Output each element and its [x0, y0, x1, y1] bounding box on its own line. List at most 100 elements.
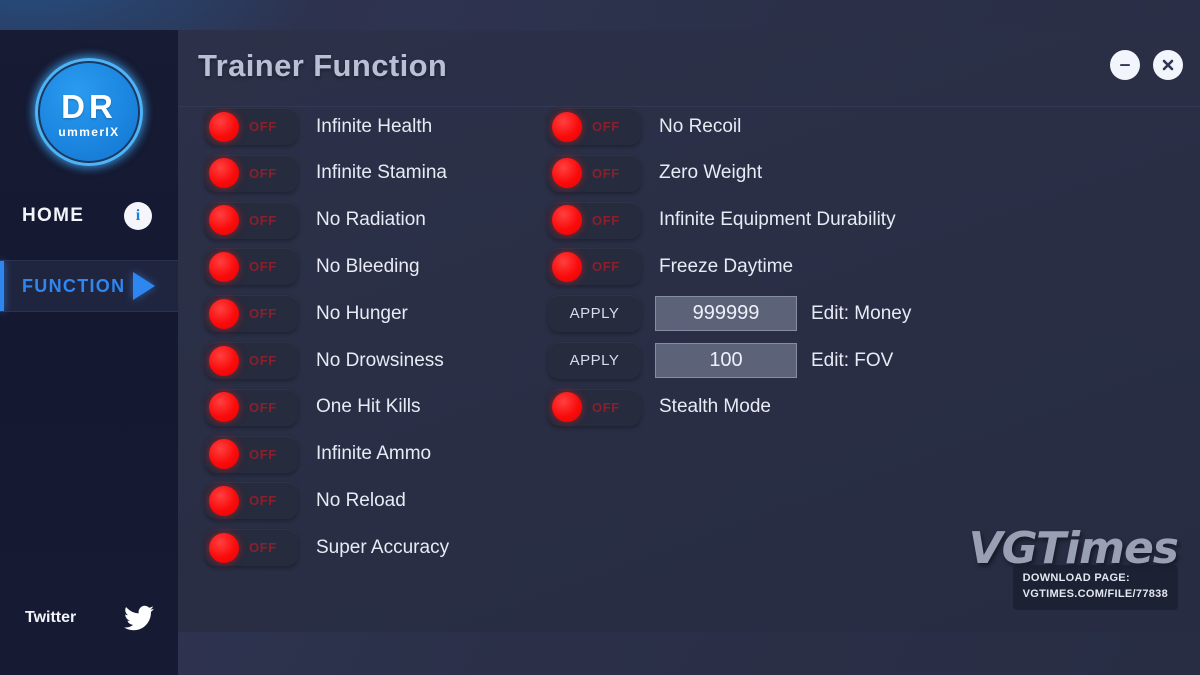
function-label: Infinite Ammo	[316, 443, 432, 465]
toggle-switch[interactable]: OFF	[548, 248, 641, 286]
function-row: APPLY 100 Edit: FOV	[548, 342, 893, 379]
function-row: APPLY 999999 Edit: Money	[548, 295, 912, 333]
play-triangle-icon	[133, 272, 155, 300]
toggle-state-label: OFF	[592, 212, 620, 228]
sidebar-item-home-label: HOME	[22, 205, 85, 226]
download-page-box: DOWNLOAD PAGE: VGTIMES.COM/FILE/77838	[1012, 565, 1178, 610]
toggle-switch[interactable]: OFF	[205, 342, 298, 379]
toggle-knob-icon	[209, 298, 239, 329]
sidebar-item-function-label: FUNCTION	[22, 275, 126, 296]
function-row: OFF Stealth Mode	[548, 388, 771, 426]
info-icon[interactable]: i	[124, 202, 152, 230]
toggle-knob-icon	[209, 205, 239, 236]
toggle-knob-icon	[209, 158, 239, 189]
sidebar-social-twitter[interactable]: Twitter	[0, 595, 178, 641]
toggle-state-label: OFF	[249, 306, 277, 322]
function-row: OFF Infinite Equipment Durability	[548, 201, 896, 239]
toggle-state-label: OFF	[249, 540, 277, 556]
toggle-switch[interactable]: OFF	[548, 108, 641, 145]
logo-disc: DR ummerIX	[40, 63, 138, 161]
close-button[interactable]	[1153, 50, 1183, 80]
download-page-url: VGTIMES.COM/FILE/77838	[1022, 588, 1168, 601]
toggle-state-label: OFF	[249, 446, 277, 462]
toggle-knob-icon	[552, 205, 582, 236]
value-input[interactable]: 100	[655, 343, 797, 378]
toggle-switch[interactable]: OFF	[205, 201, 298, 239]
sidebar-item-home[interactable]: HOME i	[0, 190, 178, 242]
trainer-window: DR ummerIX HOME i FUNCTION Twitter Train…	[0, 0, 1200, 675]
function-label: One Hit Kills	[316, 396, 421, 418]
apply-button[interactable]: APPLY	[548, 295, 641, 333]
toggle-switch[interactable]: OFF	[205, 108, 298, 145]
logo-secondary-text: ummerIX	[58, 125, 120, 139]
function-row: OFF One Hit Kills	[205, 388, 421, 426]
toggle-knob-icon	[209, 439, 239, 470]
function-label: Infinite Equipment Durability	[659, 209, 896, 231]
function-row: OFF No Bleeding	[205, 248, 420, 286]
toggle-knob-icon	[209, 392, 239, 423]
toggle-switch[interactable]: OFF	[205, 295, 298, 333]
function-label: Infinite Health	[316, 115, 433, 137]
function-label: Super Accuracy	[316, 536, 450, 558]
toggle-switch[interactable]: OFF	[548, 201, 641, 239]
function-row: OFF Infinite Ammo	[205, 435, 432, 473]
toggle-state-label: OFF	[249, 353, 277, 368]
function-row: OFF Super Accuracy	[205, 529, 450, 567]
toggle-switch[interactable]: OFF	[205, 435, 298, 473]
toggle-switch[interactable]: OFF	[548, 388, 641, 426]
toggle-switch[interactable]: OFF	[205, 529, 298, 567]
toggle-switch[interactable]: OFF	[548, 154, 641, 192]
twitter-label: Twitter	[25, 609, 77, 626]
toggle-knob-icon	[552, 158, 582, 189]
function-label: No Recoil	[659, 115, 742, 137]
app-logo: DR ummerIX	[27, 50, 151, 174]
download-page-label: DOWNLOAD PAGE:	[1022, 572, 1130, 585]
function-row: OFF Freeze Daytime	[548, 248, 794, 286]
toggle-switch[interactable]: OFF	[205, 388, 298, 426]
logo-primary-text: DR	[61, 88, 117, 125]
toggle-state-label: OFF	[592, 119, 620, 134]
toggle-knob-icon	[552, 251, 582, 282]
edit-label: Edit: FOV	[811, 349, 894, 371]
toggle-knob-icon	[552, 111, 582, 142]
function-label: Stealth Mode	[659, 396, 771, 418]
toggle-switch[interactable]: OFF	[205, 154, 298, 192]
sidebar-item-function[interactable]: FUNCTION	[0, 260, 178, 312]
toggle-state-label: OFF	[592, 399, 620, 415]
toggle-state-label: OFF	[249, 493, 277, 509]
toggle-state-label: OFF	[249, 212, 277, 228]
function-label: No Hunger	[316, 302, 408, 324]
function-label: Infinite Stamina	[316, 162, 447, 184]
toggle-switch[interactable]: OFF	[205, 248, 298, 286]
function-row: OFF Infinite Health	[205, 108, 432, 145]
function-label: Freeze Daytime	[659, 255, 794, 277]
main-panel: Trainer Function OFF Infinite Health OFF In…	[178, 30, 1200, 632]
toggle-state-label: OFF	[249, 165, 277, 181]
close-icon	[1162, 59, 1174, 71]
toggle-switch[interactable]: OFF	[205, 482, 298, 520]
toggle-knob-icon	[209, 111, 239, 142]
toggle-state-label: OFF	[249, 399, 277, 415]
function-row: OFF No Hunger	[205, 295, 408, 333]
minimize-button[interactable]	[1110, 50, 1140, 80]
edit-label: Edit: Money	[811, 302, 912, 324]
toggle-knob-icon	[209, 532, 239, 563]
toggle-state-label: OFF	[249, 119, 277, 134]
apply-button[interactable]: APPLY	[548, 342, 641, 379]
function-label: No Bleeding	[316, 255, 420, 277]
function-row: OFF No Recoil	[548, 108, 741, 145]
sidebar: DR ummerIX HOME i FUNCTION Twitter	[0, 30, 178, 675]
panel-header: Trainer Function	[178, 30, 1200, 107]
toggle-state-label: OFF	[592, 259, 620, 275]
minimize-icon	[1120, 64, 1130, 66]
function-label: Zero Weight	[659, 162, 763, 184]
function-row: OFF Infinite Stamina	[205, 154, 447, 192]
function-label: No Radiation	[316, 209, 426, 231]
function-row: OFF No Drowsiness	[205, 342, 444, 379]
toggle-knob-icon	[209, 485, 239, 516]
function-row: OFF No Reload	[205, 482, 406, 520]
function-row: OFF No Radiation	[205, 201, 426, 239]
toggle-state-label: OFF	[592, 165, 620, 181]
value-input[interactable]: 999999	[655, 296, 797, 332]
toggle-knob-icon	[209, 251, 239, 282]
